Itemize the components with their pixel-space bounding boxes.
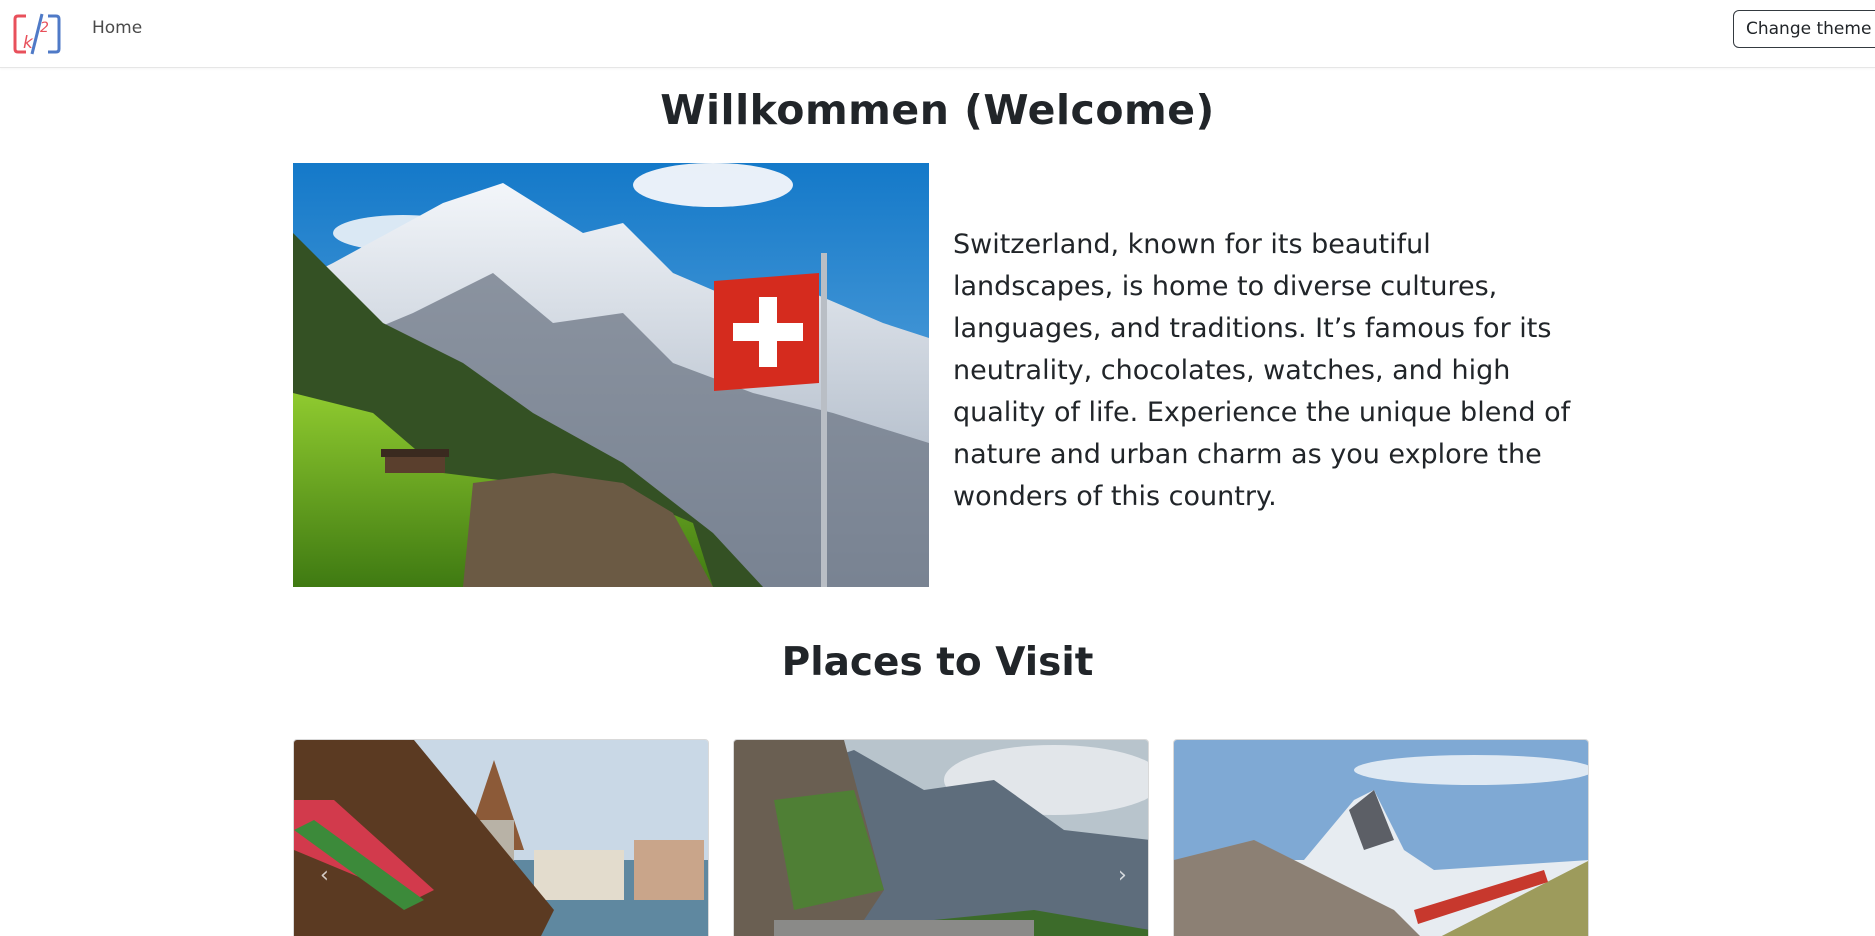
place-card-alpine-valley[interactable]: › — [733, 739, 1149, 936]
change-theme-button[interactable]: Change theme — [1733, 10, 1875, 48]
svg-text:2: 2 — [40, 20, 49, 36]
places-title: Places to Visit — [781, 640, 1094, 685]
place-image-alpine-valley — [734, 740, 1148, 936]
place-card-matterhorn[interactable] — [1173, 739, 1589, 936]
chevron-right-icon[interactable]: › — [1118, 863, 1127, 888]
place-card-chapel-bridge[interactable]: ‹ — [293, 739, 709, 936]
svg-text:k: k — [23, 33, 34, 53]
chevron-left-icon[interactable]: ‹ — [320, 863, 329, 888]
brand-logo[interactable]: k 2 — [12, 10, 62, 58]
logo-icon: k 2 — [13, 13, 61, 55]
nav-home-link[interactable]: Home — [92, 18, 142, 38]
place-image-matterhorn — [1174, 740, 1588, 936]
place-image-chapel-bridge — [294, 740, 708, 936]
welcome-title: Willkommen (Welcome) — [660, 86, 1215, 134]
navbar: k 2 Home Change theme — [0, 0, 1875, 68]
welcome-description: Switzerland, known for its beautiful lan… — [953, 229, 1571, 512]
hero-image-switzerland-flag — [293, 163, 929, 587]
